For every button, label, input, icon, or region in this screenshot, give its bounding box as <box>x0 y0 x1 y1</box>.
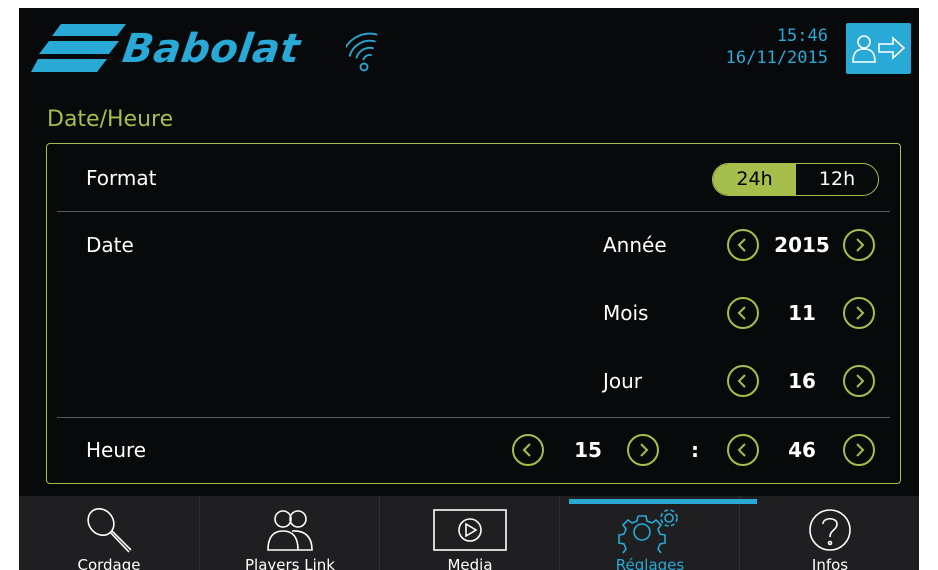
format-option-12h[interactable]: 12h <box>796 164 878 195</box>
day-value: 16 <box>788 369 816 393</box>
date-label: Date <box>86 233 134 257</box>
chevron-left-icon <box>522 443 531 457</box>
year-increment-button[interactable] <box>843 229 875 261</box>
day-increment-button[interactable] <box>843 365 875 397</box>
chevron-right-icon <box>856 443 865 457</box>
play-icon <box>433 509 507 551</box>
minute-value: 46 <box>788 438 816 462</box>
babolat-logo-mark <box>31 24 126 72</box>
format-option-24h[interactable]: 24h <box>713 164 796 195</box>
time-label: Heure <box>86 438 147 462</box>
month-increment-button[interactable] <box>843 297 875 329</box>
nav-label-infos: Infos <box>811 556 849 570</box>
babolat-logo: Babolat <box>31 22 321 74</box>
gears-icon <box>618 509 678 554</box>
month-label: Mois <box>603 301 649 325</box>
format-toggle[interactable]: 24h 12h <box>712 163 879 196</box>
chevron-left-icon <box>737 374 746 388</box>
hour-decrement-button[interactable] <box>512 434 544 466</box>
nav-item-media[interactable]: Media <box>379 496 560 570</box>
year-label: Année <box>603 233 667 257</box>
nav-label-reglages: Réglages <box>615 556 685 570</box>
nav-label-media: Media <box>447 556 493 570</box>
settings-panel: Format 24h 12h Date Année 2015 Mois 11 J… <box>46 143 901 484</box>
bottom-nav: Cordage Players Link Media Réglages Info… <box>19 496 919 570</box>
chevron-right-icon <box>856 306 865 320</box>
active-tab-indicator <box>569 499 757 504</box>
nav-item-players-link[interactable]: Players Link <box>199 496 380 570</box>
divider <box>57 211 890 212</box>
nav-item-infos[interactable]: Infos <box>739 496 919 570</box>
user-exit-button[interactable] <box>846 23 911 74</box>
divider <box>57 417 890 418</box>
chevron-left-icon <box>737 443 746 457</box>
user-exit-icon <box>852 35 906 63</box>
day-label: Jour <box>603 369 643 393</box>
page-title: Date/Heure <box>47 107 174 132</box>
nav-label-cordage: Cordage <box>77 556 141 570</box>
players-icon <box>267 510 313 551</box>
year-value: 2015 <box>774 233 830 257</box>
chevron-left-icon <box>737 238 746 252</box>
day-decrement-button[interactable] <box>727 365 759 397</box>
minute-increment-button[interactable] <box>843 434 875 466</box>
brand-wordmark: Babolat <box>119 26 304 72</box>
chevron-right-icon <box>856 374 865 388</box>
hour-value: 15 <box>574 438 602 462</box>
minute-decrement-button[interactable] <box>727 434 759 466</box>
nav-item-reglages[interactable]: Réglages <box>559 496 740 570</box>
year-decrement-button[interactable] <box>727 229 759 261</box>
nav-item-cordage[interactable]: Cordage <box>19 496 199 570</box>
nav-label-players-link: Players Link <box>245 556 335 570</box>
format-label: Format <box>86 166 157 190</box>
clock-readout: 15:46 16/11/2015 <box>726 25 828 69</box>
chevron-right-icon <box>856 238 865 252</box>
month-decrement-button[interactable] <box>727 297 759 329</box>
device-screen: Babolat 15:46 16/11/2015 Date/Heure Form… <box>19 8 919 570</box>
wifi-icon <box>346 32 378 72</box>
chevron-right-icon <box>640 443 649 457</box>
help-icon <box>809 509 851 551</box>
chevron-left-icon <box>737 306 746 320</box>
month-value: 11 <box>788 301 816 325</box>
clock-time: 15:46 <box>776 26 828 46</box>
hour-increment-button[interactable] <box>627 434 659 466</box>
racket-icon <box>87 507 132 553</box>
clock-date: 16/11/2015 <box>725 48 828 68</box>
time-separator: : <box>691 438 699 462</box>
